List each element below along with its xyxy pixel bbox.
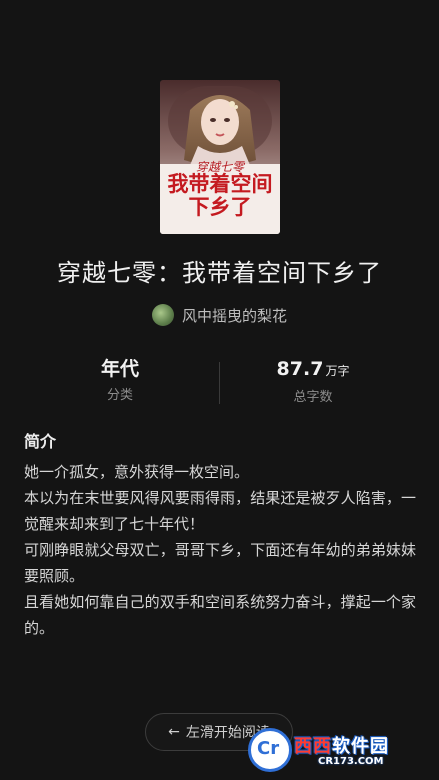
category-value: 年代 — [100, 358, 139, 380]
book-cover[interactable]: 穿越七零 我带着空间下乡了 — [160, 80, 280, 234]
watermark-name: 西西软件园 — [294, 732, 389, 758]
intro-paragraph: 可刚睁眼就父母双亡，哥哥下乡，下面还有年幼的弟弟妹妹要照顾。 — [24, 541, 416, 585]
word-count-value-row: 87.7 万字 — [258, 356, 368, 384]
watermark-logo-icon: Cr — [248, 728, 292, 772]
word-count-label: 总字数 — [293, 390, 333, 405]
intro-paragraph: 她一介孤女，意外获得一枚空间。 — [24, 463, 250, 481]
book-detail-page: 穿越七零 我带着空间下乡了 穿越七零：我带着空间下乡了 风中摇曳的梨花 年代 分… — [0, 0, 439, 780]
word-count-unit: 万字 — [325, 364, 350, 378]
intro-text: 她一介孤女，意外获得一枚空间。 本以为在末世要风得风要雨得雨，结果还是被歹人陷害… — [24, 459, 416, 641]
book-title: 穿越七零：我带着空间下乡了 — [57, 259, 382, 287]
watermark-name-accent: 西西 — [294, 736, 332, 757]
intro-paragraph: 本以为在末世要风得风要雨得雨，结果还是被歹人陷害，一觉醒来却来到了七十年代！ — [24, 489, 416, 533]
author-row[interactable]: 风中摇曳的梨花 — [0, 304, 439, 326]
watermark: Cr 西西软件园 CR173.COM — [248, 728, 420, 772]
arrow-left-icon: ← — [168, 724, 180, 740]
author-name: 风中摇曳的梨花 — [181, 306, 287, 325]
intro-heading: 简介 — [24, 432, 57, 451]
stats-divider — [219, 362, 220, 404]
word-count-stat: 87.7 万字 总字数 — [258, 356, 368, 405]
category-stat: 年代 分类 — [70, 356, 170, 403]
author-avatar — [151, 304, 174, 326]
cover-title: 我带着空间下乡了 — [167, 171, 273, 219]
watermark-url: CR173.COM — [318, 756, 384, 767]
watermark-logo-text: Cr — [257, 738, 280, 759]
word-count-value: 87.7 — [276, 358, 324, 380]
category-label: 分类 — [106, 388, 133, 403]
intro-paragraph: 且看她如何靠自己的双手和空间系统努力奋斗，撑起一个家的。 — [24, 593, 416, 637]
watermark-name-rest: 软件园 — [332, 736, 389, 757]
